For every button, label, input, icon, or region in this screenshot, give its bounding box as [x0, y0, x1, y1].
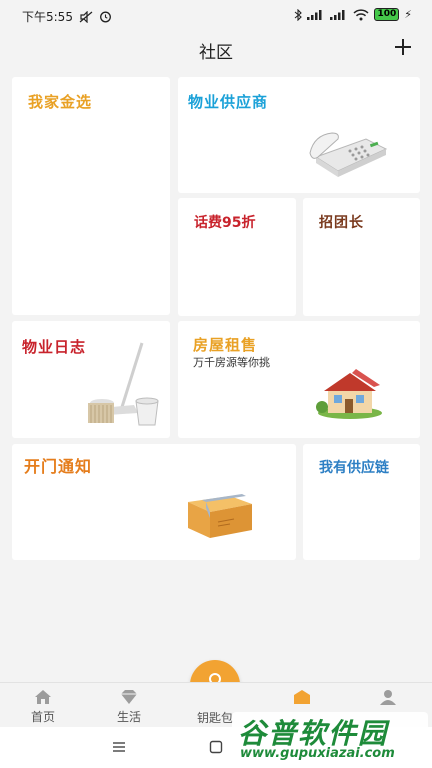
status-left: 下午5:55 [22, 8, 112, 25]
card-leader[interactable]: 招团长 [303, 198, 420, 316]
diamond-icon [121, 690, 137, 704]
card-chain[interactable]: 我有供应链 [303, 444, 420, 560]
tab-home[interactable]: 首页 [13, 689, 73, 725]
card-chain-title: 我有供应链 [319, 460, 389, 476]
mop-bucket-icon [88, 342, 159, 426]
card-door-title: 开门通知 [24, 457, 93, 476]
card-leader-title: 招团长 [319, 215, 364, 231]
tab-life[interactable]: 生活 [99, 689, 159, 725]
house-icon [316, 369, 382, 419]
card-jinxuan-title: 我家金选 [28, 93, 93, 111]
home-icon [35, 690, 51, 704]
signal-icon [307, 10, 322, 20]
tab-key-label: 钥匙包 [196, 711, 233, 725]
card-house-title: 房屋租售 [193, 336, 258, 354]
tab-profile[interactable] [358, 689, 418, 708]
bluetooth-icon [295, 8, 303, 21]
status-right: 100 ⚡ [294, 8, 412, 21]
header: 社区 [0, 30, 432, 70]
home-nav-icon[interactable] [209, 740, 223, 754]
watermark-url: www.gupuxiazai.com [240, 746, 395, 761]
menu-icon[interactable] [112, 741, 126, 753]
card-log-title: 物业日志 [22, 338, 87, 356]
card-house-subtitle: 万千房源等你挑 [193, 356, 270, 369]
page-title: 社区 [199, 43, 233, 63]
watermark: 谷普软件园 www.gupuxiazai.com [232, 710, 428, 766]
card-phonebill[interactable]: 话费95折 [178, 198, 296, 316]
wifi-icon [353, 8, 369, 20]
tab-home-label: 首页 [30, 710, 55, 724]
package-box-icon [188, 494, 252, 538]
status-bar: 下午5:55 100 ⚡ [0, 0, 432, 30]
alarm-icon [100, 11, 111, 23]
add-button[interactable] [390, 34, 416, 60]
card-supplier[interactable]: 物业供应商 [178, 77, 420, 193]
card-jinxuan[interactable]: 我家金选 [12, 77, 170, 315]
person-icon [380, 690, 396, 705]
telephone-icon [309, 132, 388, 177]
card-supplier-title: 物业供应商 [188, 93, 269, 111]
battery-indicator: 100 [374, 8, 400, 21]
mute-icon [79, 10, 93, 23]
community-icon [294, 690, 310, 704]
signal-icon-2 [330, 10, 345, 20]
card-log[interactable]: 物业日志 [12, 321, 170, 438]
charging-icon: ⚡ [404, 8, 412, 21]
tab-life-label: 生活 [116, 710, 141, 724]
card-house[interactable]: 房屋租售 万千房源等你挑 [178, 321, 420, 438]
status-time: 下午5:55 [22, 10, 73, 24]
card-phonebill-title: 话费95折 [194, 215, 256, 231]
tab-community[interactable] [272, 689, 332, 708]
card-door[interactable]: 开门通知 [12, 444, 296, 560]
